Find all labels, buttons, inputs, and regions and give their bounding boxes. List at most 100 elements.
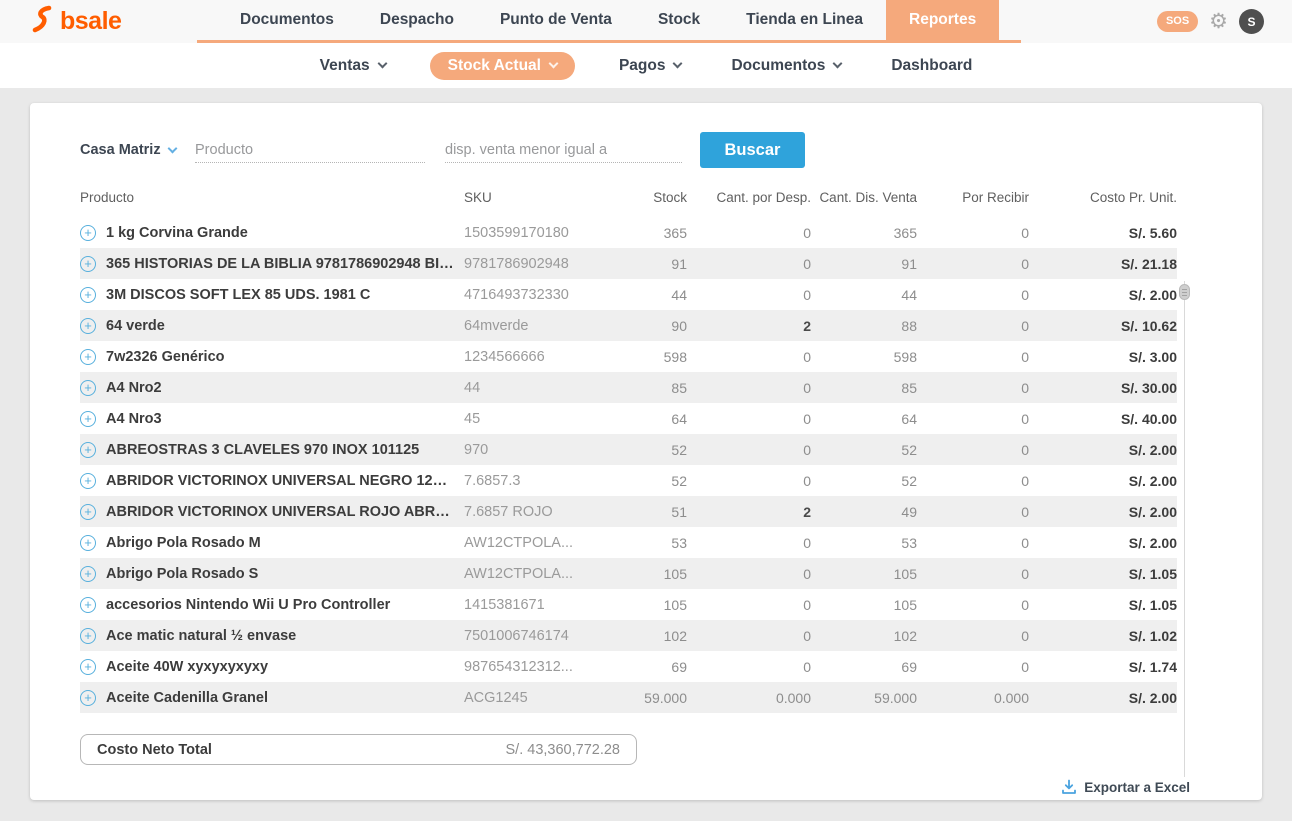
nav-item-reportes[interactable]: Reportes bbox=[886, 0, 999, 40]
available-qty-input[interactable] bbox=[445, 137, 682, 163]
top-nav: DocumentosDespachoPunto de VentaStockTie… bbox=[197, 0, 1021, 43]
bsale-logo[interactable]: bsale bbox=[0, 0, 197, 43]
stock-value: 44 bbox=[614, 287, 687, 303]
expand-row-icon[interactable]: + bbox=[80, 411, 96, 427]
scrollbar-thumb[interactable] bbox=[1179, 284, 1190, 300]
expand-row-icon[interactable]: + bbox=[80, 318, 96, 334]
product-sku: 7.6857.3 bbox=[464, 473, 614, 489]
por-recibir-value: 0 bbox=[917, 225, 1029, 241]
por-recibir-value: 0.000 bbox=[917, 690, 1029, 706]
expand-row-icon[interactable]: + bbox=[80, 504, 96, 520]
expand-row-icon[interactable]: + bbox=[80, 597, 96, 613]
product-sku: ACG1245 bbox=[464, 690, 614, 706]
por-recibir-value: 0 bbox=[917, 473, 1029, 489]
product-name: ABRIDOR VICTORINOX UNIVERSAL NEGRO 12165… bbox=[106, 473, 464, 489]
product-sku: AW12CTPOLA... bbox=[464, 566, 614, 582]
scrollbar-track bbox=[1184, 281, 1185, 777]
stock-value: 53 bbox=[614, 535, 687, 551]
table-row: + ABRIDOR VICTORINOX UNIVERSAL NEGRO 1216… bbox=[80, 465, 1177, 496]
export-row: Exportar a Excel bbox=[30, 779, 1262, 795]
stock-value: 102 bbox=[614, 628, 687, 644]
expand-row-icon[interactable]: + bbox=[80, 473, 96, 489]
costo-unit-value: S/. 21.18 bbox=[1029, 256, 1177, 272]
cant-dis-venta-value: 52 bbox=[811, 473, 917, 489]
costo-unit-value: S/. 2.00 bbox=[1029, 287, 1177, 303]
cant-dis-venta-value: 69 bbox=[811, 659, 917, 675]
stock-value: 64 bbox=[614, 411, 687, 427]
product-name: A4 Nro2 bbox=[106, 380, 464, 396]
cant-dis-venta-value: 59.000 bbox=[811, 690, 917, 706]
cant-por-desp-value: 2 bbox=[687, 504, 811, 520]
product-search-input[interactable] bbox=[195, 137, 425, 163]
cant-dis-venta-value: 105 bbox=[811, 566, 917, 582]
cant-por-desp-value: 0 bbox=[687, 380, 811, 396]
expand-row-icon[interactable]: + bbox=[80, 690, 96, 706]
stock-report-card: Casa Matriz Buscar ProductoSKUStockCant.… bbox=[30, 103, 1262, 800]
table-row: +ABREOSTRAS 3 CLAVELES 970 INOX 10112597… bbox=[80, 434, 1177, 465]
nav-item-stock[interactable]: Stock bbox=[635, 0, 723, 40]
por-recibir-value: 0 bbox=[917, 442, 1029, 458]
export-excel-link[interactable]: Exportar a Excel bbox=[1061, 779, 1190, 795]
expand-row-icon[interactable]: + bbox=[80, 442, 96, 458]
sos-badge[interactable]: SOS bbox=[1157, 11, 1198, 32]
product-name: accesorios Nintendo Wii U Pro Controller bbox=[106, 597, 464, 613]
total-cost-box: Costo Neto Total S/. 43,360,772.28 bbox=[80, 734, 637, 765]
stock-value: 91 bbox=[614, 256, 687, 272]
gear-icon[interactable]: ⚙ bbox=[1209, 11, 1228, 32]
nav-item-documentos[interactable]: Documentos bbox=[217, 0, 357, 40]
table-row: +1 kg Corvina Grande15035991701803650365… bbox=[80, 217, 1177, 248]
table-row: + Aceite 40W xyxyxyxyxy987654312312... 690… bbox=[80, 651, 1177, 682]
chevron-down-icon bbox=[673, 59, 683, 69]
expand-row-icon[interactable]: + bbox=[80, 535, 96, 551]
nav-item-tienda-en-linea[interactable]: Tienda en Linea bbox=[723, 0, 886, 40]
expand-row-icon[interactable]: + bbox=[80, 380, 96, 396]
cant-dis-venta-value: 598 bbox=[811, 349, 917, 365]
search-button[interactable]: Buscar bbox=[700, 132, 805, 168]
product-sku: 7.6857 ROJO bbox=[464, 504, 614, 520]
costo-unit-value: S/. 10.62 bbox=[1029, 318, 1177, 334]
product-name: Abrigo Pola Rosado M bbox=[106, 535, 464, 551]
nav-item-despacho[interactable]: Despacho bbox=[357, 0, 477, 40]
subnav-item-pagos[interactable]: Pagos bbox=[613, 52, 688, 80]
chevron-down-icon bbox=[549, 59, 559, 69]
subnav-item-dashboard[interactable]: Dashboard bbox=[885, 52, 978, 80]
column-header-producto: Producto bbox=[80, 190, 464, 205]
expand-row-icon[interactable]: + bbox=[80, 628, 96, 644]
column-header-stock: Stock bbox=[614, 190, 687, 205]
brand-name: bsale bbox=[60, 7, 121, 36]
costo-unit-value: S/. 1.05 bbox=[1029, 566, 1177, 582]
total-cost-value: S/. 43,360,772.28 bbox=[506, 742, 621, 758]
cant-dis-venta-value: 53 bbox=[811, 535, 917, 551]
product-sku: 987654312312... bbox=[464, 659, 614, 675]
nav-item-punto-de-venta[interactable]: Punto de Venta bbox=[477, 0, 635, 40]
expand-row-icon[interactable]: + bbox=[80, 256, 96, 272]
por-recibir-value: 0 bbox=[917, 659, 1029, 675]
expand-row-icon[interactable]: + bbox=[80, 225, 96, 241]
expand-row-icon[interactable]: + bbox=[80, 349, 96, 365]
subnav-item-documentos[interactable]: Documentos bbox=[725, 52, 847, 80]
branch-selector[interactable]: Casa Matriz bbox=[80, 142, 195, 158]
table-scrollbar bbox=[1179, 281, 1191, 777]
product-sku: 4716493732330 bbox=[464, 287, 614, 303]
table-row: + accesorios Nintendo Wii U Pro Controlle… bbox=[80, 589, 1177, 620]
column-header-por-recibir: Por Recibir bbox=[917, 190, 1029, 205]
export-excel-label: Exportar a Excel bbox=[1084, 780, 1190, 795]
costo-unit-value: S/. 3.00 bbox=[1029, 349, 1177, 365]
por-recibir-value: 0 bbox=[917, 411, 1029, 427]
product-name: Aceite 40W xyxyxyxyxy bbox=[106, 659, 464, 675]
product-name: 365 HISTORIAS DE LA BIBLIA 9781786902948… bbox=[106, 256, 464, 272]
product-sku: AW12CTPOLA... bbox=[464, 535, 614, 551]
chevron-down-icon bbox=[167, 143, 177, 153]
cant-por-desp-value: 0 bbox=[687, 287, 811, 303]
subnav-item-ventas[interactable]: Ventas bbox=[314, 52, 392, 80]
expand-row-icon[interactable]: + bbox=[80, 287, 96, 303]
table-row: +A4 Nro244850850S/. 30.00 bbox=[80, 372, 1177, 403]
avatar[interactable]: S bbox=[1239, 9, 1264, 34]
por-recibir-value: 0 bbox=[917, 535, 1029, 551]
expand-row-icon[interactable]: + bbox=[80, 566, 96, 582]
stock-value: 85 bbox=[614, 380, 687, 396]
por-recibir-value: 0 bbox=[917, 628, 1029, 644]
subnav-item-stock-actual[interactable]: Stock Actual bbox=[430, 52, 575, 80]
expand-row-icon[interactable]: + bbox=[80, 659, 96, 675]
cant-por-desp-value: 0.000 bbox=[687, 690, 811, 706]
